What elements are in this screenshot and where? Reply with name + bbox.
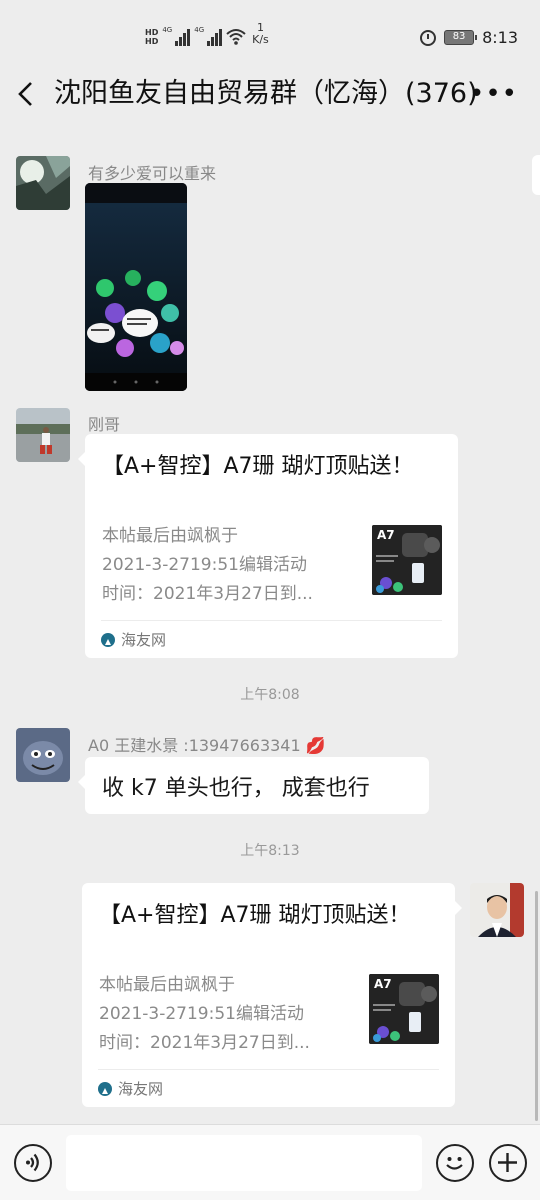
message-text: 收 k7 单头也行， 成套也行 xyxy=(102,775,370,801)
link-card[interactable]: 【A+智控】A7珊 瑚灯顶贴送！ 本帖最后由飒枫于 2021-3-2719:51… xyxy=(78,434,458,658)
link-desc-line: 本帖最后由飒枫于 xyxy=(99,975,235,995)
plus-icon[interactable] xyxy=(489,1144,527,1182)
avatar-photo xyxy=(16,156,70,210)
link-source: 海友网 xyxy=(101,620,442,658)
smiley-face xyxy=(446,1157,463,1170)
back-chevron-icon[interactable] xyxy=(14,80,40,108)
voice-waves xyxy=(26,1153,39,1172)
avatar-photo xyxy=(16,408,70,462)
scrollbar[interactable] xyxy=(535,891,538,1121)
hd-label-1: HD xyxy=(145,28,159,37)
network-speed: 1 K/s xyxy=(252,22,269,46)
emoji-icon[interactable] xyxy=(436,1144,474,1182)
avatar-photo xyxy=(16,728,70,782)
link-thumbnail: A7 xyxy=(372,525,442,595)
link-source: 海友网 xyxy=(98,1069,439,1107)
kiss-emoji-icon: 💋 xyxy=(305,736,326,755)
avatar[interactable] xyxy=(16,156,70,210)
link-description: 本帖最后由飒枫于 2021-3-2719:51编辑活动 时间：2021年3月27… xyxy=(102,522,313,609)
voice-icon[interactable] xyxy=(14,1144,52,1182)
clock: 8:13 xyxy=(482,28,518,47)
sender-name: A0 王建水景 :13947663341 💋 xyxy=(88,732,326,756)
status-bar: HD HD 4G 4G 1 K/s 83 8:13 xyxy=(0,0,540,60)
link-desc-line: 时间：2021年3月27日到... xyxy=(99,1033,310,1053)
hd-indicator: HD HD xyxy=(145,28,158,46)
chat-title: 沈阳鱼友自由贸易群（忆海）(376) xyxy=(54,78,478,109)
thumb-label: A7 xyxy=(377,528,395,542)
timestamp: 上午8:08 xyxy=(240,687,300,703)
signal-icon-2: 4G xyxy=(194,26,223,46)
network-indicators: HD HD 4G 4G 1 K/s xyxy=(145,22,269,46)
source-icon xyxy=(101,632,115,647)
thumb-label: A7 xyxy=(374,977,392,991)
avatar[interactable] xyxy=(16,728,70,782)
source-name: 海友网 xyxy=(121,631,167,649)
link-thumbnail: A7 xyxy=(369,974,439,1044)
sender-name: 有多少爱可以重来 xyxy=(88,164,217,183)
link-card[interactable]: 【A+智控】A7珊 瑚灯顶贴送！ 本帖最后由飒枫于 2021-3-2719:51… xyxy=(82,883,462,1107)
input-bar xyxy=(0,1124,540,1200)
chat-header: 沈阳鱼友自由贸易群（忆海）(376) ••• xyxy=(0,60,540,128)
link-title: 【A+智控】A7珊 瑚灯顶贴送！ xyxy=(102,454,414,479)
aquarium-image xyxy=(85,183,187,391)
source-icon xyxy=(98,1081,112,1096)
avatar[interactable] xyxy=(16,408,70,462)
network-type-2: 4G xyxy=(194,26,205,34)
plus-sign xyxy=(498,1153,517,1172)
status-right: 83 8:13 xyxy=(420,28,518,47)
network-type-1: 4G xyxy=(162,26,173,34)
avatar-photo xyxy=(470,883,524,937)
ellipsis-icon[interactable]: ••• xyxy=(469,80,518,108)
wifi-icon xyxy=(226,29,246,45)
speed-unit: K/s xyxy=(252,33,269,46)
floating-edge-panel[interactable] xyxy=(532,155,540,195)
signal-icon-1: 4G xyxy=(162,26,191,46)
source-name: 海友网 xyxy=(118,1080,164,1098)
hd-label-2: HD xyxy=(145,37,159,46)
link-title: 【A+智控】A7珊 瑚灯顶贴送！ xyxy=(99,903,411,928)
link-desc-line: 本帖最后由飒枫于 xyxy=(102,526,238,546)
message-list[interactable]: 有多少爱可以重来 刚哥 【A+智控】A7珊 瑚灯顶贴送！ 本帖最后由飒枫于 20… xyxy=(0,128,540,1124)
sender-name: 刚哥 xyxy=(88,415,121,434)
timestamp: 上午8:13 xyxy=(240,843,300,859)
message-input[interactable] xyxy=(66,1135,422,1191)
link-desc-line: 2021-3-2719:51编辑活动 xyxy=(102,555,307,575)
image-message[interactable] xyxy=(85,183,187,391)
link-desc-line: 时间：2021年3月27日到... xyxy=(102,584,313,604)
sender-name-text: A0 王建水景 :13947663341 xyxy=(88,736,301,755)
link-desc-line: 2021-3-2719:51编辑活动 xyxy=(99,1004,304,1024)
text-message[interactable]: 收 k7 单头也行， 成套也行 xyxy=(78,757,429,814)
self-avatar[interactable] xyxy=(470,883,524,937)
alarm-icon xyxy=(420,29,437,46)
link-description: 本帖最后由飒枫于 2021-3-2719:51编辑活动 时间：2021年3月27… xyxy=(99,971,310,1058)
battery-icon: 83 xyxy=(444,30,478,45)
